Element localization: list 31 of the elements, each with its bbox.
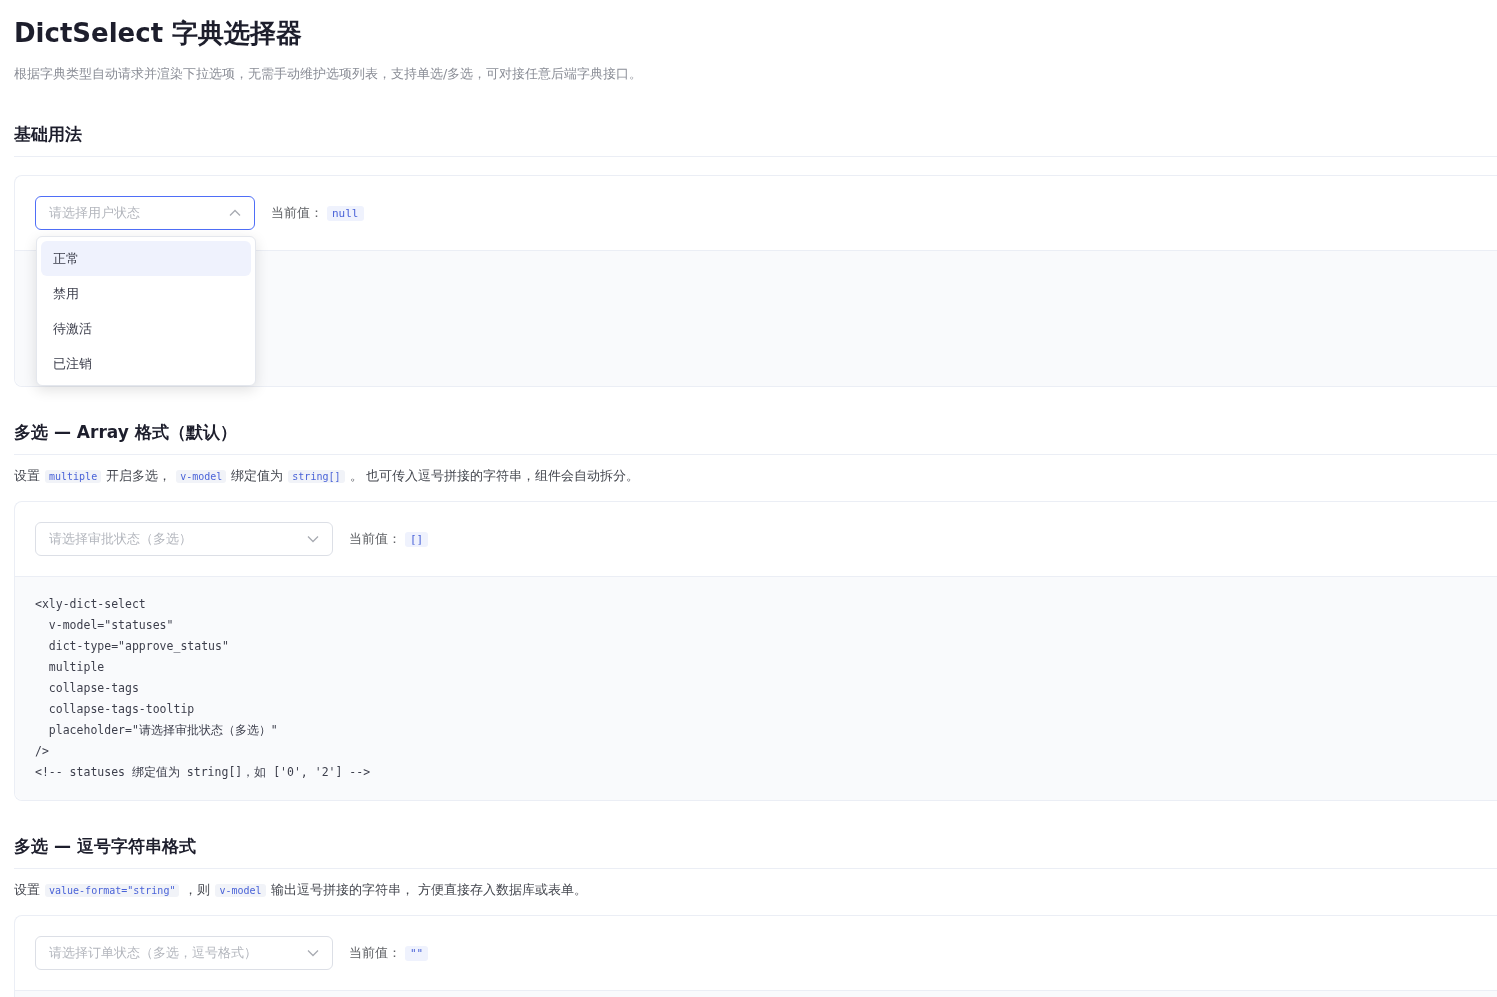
description-text: 设置 xyxy=(14,882,40,899)
description-text: 开启多选， xyxy=(106,468,172,485)
inline-code: v-model xyxy=(176,470,227,483)
inline-code: v-model xyxy=(215,884,266,897)
description-text: 绑定值为 xyxy=(231,468,284,485)
description-text: ，则 xyxy=(184,882,211,899)
page-description: 根据字典类型自动请求并渲染下拉选项，无需手动维护选项列表，支持单选/多选，可对接任意后端字典接口。 xyxy=(14,66,644,83)
value-code: null xyxy=(327,205,364,221)
inline-code: value-format="string" xyxy=(45,884,180,897)
value-label: 当前值： xyxy=(349,944,401,962)
description-text: 输出逗号拼接的字符串， 方便直接存入数据库或表单。 xyxy=(270,882,587,899)
section-title: 基础用法 xyxy=(14,123,1497,157)
dropdown-option[interactable]: 禁用 xyxy=(41,276,251,311)
inline-code: multiple xyxy=(45,470,102,483)
description-text: 设置 xyxy=(14,468,40,485)
value-label: 当前值： xyxy=(271,204,323,222)
section-title: 多选 — Array 格式（默认） xyxy=(14,421,1497,455)
description-text: 。 也可传入逗号拼接的字符串，组件会自动拆分。 xyxy=(349,468,640,485)
inline-code: string[] xyxy=(288,470,345,483)
value-label: 当前值： xyxy=(349,530,401,548)
chevron-icon xyxy=(307,535,319,543)
code-block: <xly-dict-select v-model="statuses" dict-type="approve_status" multiple collapse-tags collapse-tags-tooltip placeholder="请选择审批状态（多选）" /> <!-- statuses 绑定值为 string[]，如 ['0', '2'] --> xyxy=(15,576,1497,800)
dropdown-option[interactable]: 正常 xyxy=(41,241,251,276)
value-code: [] xyxy=(405,531,429,547)
page-title: DictSelect 字典选择器 xyxy=(14,17,304,50)
dropdown-option[interactable]: 待激活 xyxy=(41,311,251,346)
chevron-icon xyxy=(307,949,319,957)
dropdown-option[interactable]: 已注销 xyxy=(41,346,251,381)
section-title: 多选 — 逗号字符串格式 xyxy=(14,835,1497,869)
value-code: "" xyxy=(405,945,429,961)
chevron-icon xyxy=(229,209,241,217)
